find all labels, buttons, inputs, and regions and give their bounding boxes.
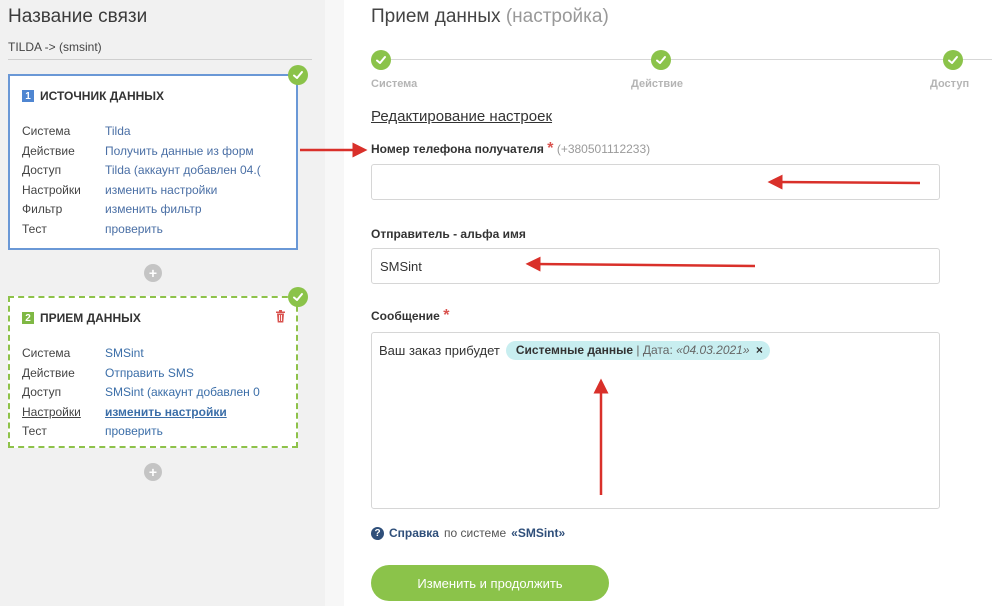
sender-field-label: Отправитель - альфа имя	[371, 227, 526, 241]
source-row-access: Доступ Tilda (аккаунт добавлен 04.(	[22, 161, 287, 181]
step-label: Доступ	[930, 78, 970, 90]
source-row-system: Система Tilda	[22, 122, 287, 142]
row-key: Фильтр	[22, 202, 63, 216]
source-row-action: Действие Получить данные из форм	[22, 142, 287, 162]
help-system-name: «SMSint»	[511, 526, 566, 540]
receive-card-rows: Система SMSint Действие Отправить SMS Дост…	[22, 344, 287, 442]
step-number-badge: 1	[22, 90, 34, 102]
row-key: Доступ	[22, 385, 62, 399]
row-key: Действие	[22, 365, 75, 380]
receive-card-header: 2 ПРИЕМ ДАННЫХ	[22, 311, 141, 325]
step-label: Действие	[631, 78, 683, 90]
source-card-title: ИСТОЧНИК ДАННЫХ	[40, 89, 165, 103]
page-title-main: Прием данных	[371, 6, 501, 27]
remove-tag-icon[interactable]: ×	[756, 343, 763, 357]
row-key: Действие	[22, 143, 75, 158]
check-icon	[943, 50, 963, 70]
connection-name[interactable]: TILDA -> (smsint)	[8, 40, 312, 60]
check-icon	[288, 287, 308, 307]
source-card[interactable]: 1 ИСТОЧНИК ДАННЫХ Система Tilda Действие П…	[8, 65, 308, 250]
save-and-continue-button[interactable]: Изменить и продолжить	[371, 565, 609, 601]
row-key: Доступ	[22, 163, 62, 177]
tag-field: Дата:	[642, 343, 673, 357]
row-value[interactable]: Tilda (аккаунт добавлен 04.(	[105, 161, 287, 181]
edit-settings-heading: Редактирование настроек	[371, 108, 553, 125]
connection-title: Название связи	[8, 6, 148, 27]
tag-value: «04.03.2021»	[676, 343, 750, 357]
label-text: Сообщение	[371, 309, 440, 323]
row-key: Настройки	[22, 182, 81, 197]
check-icon	[371, 50, 391, 70]
source-row-filter: Фильтр изменить фильтр	[22, 200, 287, 220]
check-icon	[288, 65, 308, 85]
check-icon	[651, 50, 671, 70]
row-value[interactable]: Отправить SMS	[105, 364, 287, 384]
page-title-suffix: (настройка)	[505, 6, 609, 27]
add-step-button[interactable]: +	[144, 463, 162, 481]
test-link[interactable]: проверить	[105, 220, 287, 240]
help-link[interactable]: Справка	[389, 526, 439, 540]
required-marker: *	[443, 307, 450, 324]
receive-row-access: Доступ SMSint (аккаунт добавлен 0	[22, 383, 287, 403]
tag-separator: |	[636, 343, 640, 357]
row-key: Тест	[22, 424, 47, 438]
add-step-button[interactable]: +	[144, 264, 162, 282]
receive-card-title: ПРИЕМ ДАННЫХ	[40, 311, 141, 325]
row-key: Настройки	[22, 404, 81, 419]
receive-row-test: Тест проверить	[22, 422, 287, 442]
edit-filter-link[interactable]: изменить фильтр	[105, 200, 287, 220]
row-key: Система	[22, 346, 71, 360]
source-row-test: Тест проверить	[22, 220, 287, 240]
step-number-badge: 2	[22, 312, 34, 324]
row-key: Система	[22, 124, 71, 138]
sender-input[interactable]: SMSint	[371, 248, 940, 284]
row-value[interactable]: Tilda	[105, 122, 287, 142]
receive-row-action: Действие Отправить SMS	[22, 364, 287, 384]
row-value[interactable]: Получить данные из форм	[105, 142, 287, 162]
label-text: Номер телефона получателя	[371, 142, 544, 156]
message-field-label: Сообщение *	[371, 307, 449, 325]
message-textarea[interactable]: Ваш заказ прибудет Системные данные | Да…	[371, 332, 940, 509]
receive-card[interactable]: 2 ПРИЕМ ДАННЫХ Система SMSint Действие Отп…	[8, 287, 308, 448]
left-panel: Название связи TILDA -> (smsint) 1 ИСТОЧ…	[0, 0, 325, 606]
tag-source: Системные данные	[515, 343, 634, 357]
message-text: Ваш заказ прибудет	[379, 343, 500, 358]
row-key: Тест	[22, 221, 47, 236]
variable-tag[interactable]: Системные данные | Дата: «04.03.2021» ×	[505, 341, 770, 360]
receive-row-settings: Настройки изменить настройки	[22, 403, 287, 423]
edit-settings-link[interactable]: изменить настройки	[105, 403, 287, 423]
row-value[interactable]: SMSint (аккаунт добавлен 0	[105, 383, 287, 403]
receive-row-system: Система SMSint	[22, 344, 287, 364]
panel-divider	[325, 0, 344, 606]
trash-icon[interactable]	[275, 310, 286, 328]
help-text: по системе	[443, 526, 507, 540]
test-link[interactable]: проверить	[105, 422, 287, 442]
label-text: Отправитель - альфа имя	[371, 227, 526, 241]
step-label: Система	[371, 78, 418, 90]
edit-settings-link[interactable]: изменить настройки	[105, 181, 287, 201]
phone-input[interactable]	[371, 164, 940, 200]
steps-progress-line	[380, 59, 992, 60]
source-card-header: 1 ИСТОЧНИК ДАННЫХ	[22, 89, 164, 103]
source-row-settings: Настройки изменить настройки	[22, 181, 287, 201]
page-title: Прием данных (настройка)	[371, 6, 609, 28]
required-marker: *	[547, 140, 554, 157]
question-icon: ?	[371, 526, 384, 540]
source-card-rows: Система Tilda Действие Получить данные из …	[22, 122, 287, 239]
help-line: ? Справка по системе «SMSint»	[371, 526, 565, 540]
phone-hint: (+380501112233)	[556, 142, 651, 156]
phone-field-label: Номер телефона получателя * (+3805011122…	[371, 140, 650, 158]
row-value[interactable]: SMSint	[105, 344, 287, 364]
